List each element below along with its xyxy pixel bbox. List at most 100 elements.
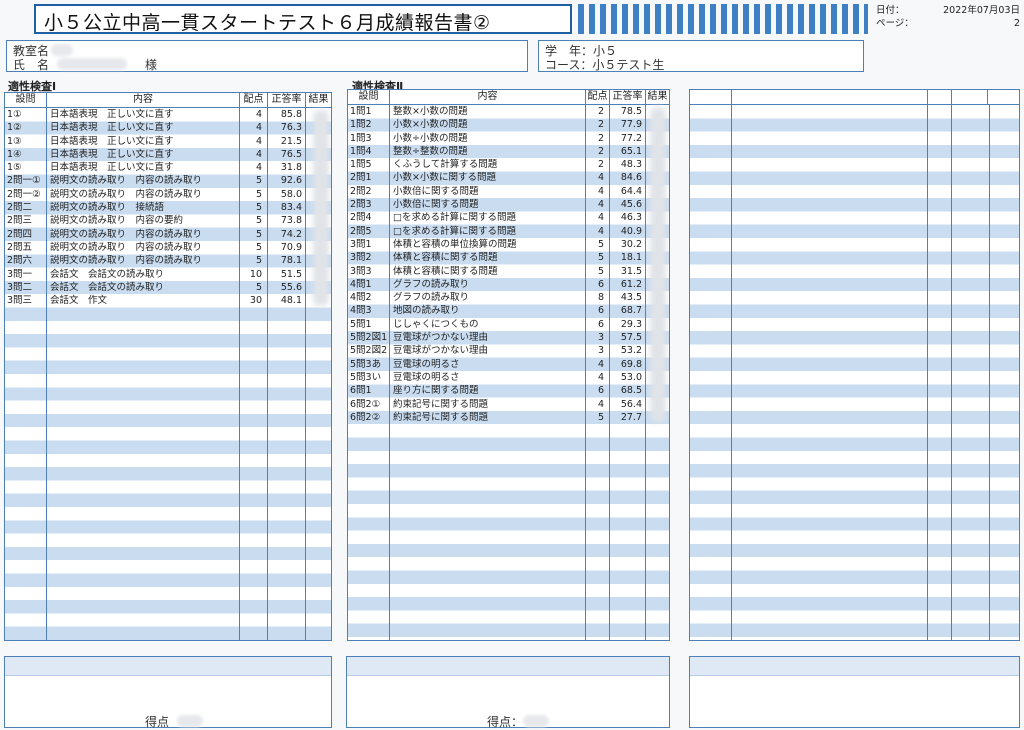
points-cell: 5 (597, 252, 604, 264)
rate-cell: 53.2 (620, 345, 642, 357)
section3-score-box (689, 656, 1020, 728)
rate-cell: 29.3 (620, 318, 642, 330)
section2-header-row: 設問 内容 配点 正答率 結果 (348, 90, 669, 105)
course-value: 小５テスト生 (592, 58, 665, 72)
points-cell: 2 (597, 145, 604, 157)
points-cell: 4 (597, 185, 604, 197)
table-row: 5問2図1 豆電球がつかない理由 3 57.5 (348, 331, 669, 344)
rate-cell: 70.9 (280, 241, 302, 253)
points-cell: 4 (597, 358, 604, 370)
points-cell: 5 (255, 175, 262, 187)
header-rate: 正答率 (610, 90, 646, 104)
content-cell: 説明文の読み取り 接続語 (50, 202, 165, 214)
table-row: 2問四 説明文の読み取り 内容の読み取り 5 74.2 (5, 228, 331, 241)
rate-cell: 46.3 (620, 212, 642, 224)
question-cell: 2問4 (350, 212, 372, 224)
points-cell: 4 (597, 199, 604, 211)
rate-cell: 74.2 (280, 228, 302, 240)
content-cell: じしゃくにつくもの (393, 318, 479, 330)
content-cell: 地図の読み取り (393, 305, 460, 317)
question-cell: 2問二 (7, 202, 33, 214)
table-row: 3問三 会話文 作文 30 48.1 (5, 294, 331, 307)
rate-cell: 48.1 (280, 295, 302, 307)
table-row: 1② 日本語表現 正しい文に直す 4 76.3 (5, 121, 331, 134)
table-row: 4問1 グラフの読み取り 6 61.2 (348, 278, 669, 291)
question-cell: 1問3 (350, 132, 372, 144)
question-cell: 1⑤ (7, 162, 22, 174)
points-cell: 4 (255, 148, 262, 160)
question-cell: 1問5 (350, 159, 372, 171)
section1-rows: 1① 日本語表現 正しい文に直す 4 85.8 1② 日本語表現 正しい文に直す 4 76.3… (5, 108, 331, 640)
points-cell: 4 (255, 162, 262, 174)
student-info-box: 教室名 氏 名 様 (6, 40, 528, 72)
table-row: 1問2 小数×小数の問題 2 77.9 (348, 118, 669, 131)
points-cell: 5 (255, 241, 262, 253)
question-cell: 1① (7, 109, 22, 120)
rate-cell: 31.8 (280, 162, 302, 174)
section1-table: 設問 内容 配点 正答率 結果 1① 日本語表現 正しい文に直す 4 85.8 1② 日本… (4, 92, 332, 641)
rate-cell: 45.6 (620, 199, 642, 211)
table-row: 3問一 会話文 会話文の読み取り 10 51.5 (5, 268, 331, 281)
question-cell: 4問3 (350, 305, 372, 317)
rate-cell: 56.4 (620, 398, 642, 410)
question-cell: 3問2 (350, 252, 372, 264)
report-title: 小５公立中高一貫スタートテスト６月成績報告書② (44, 12, 491, 34)
table-row: 1③ 日本語表現 正しい文に直す 4 21.5 (5, 135, 331, 148)
content-cell: 日本語表現 正しい文に直す (50, 109, 174, 120)
section2-score-redacted (523, 715, 549, 727)
header-rate: 正答率 (268, 93, 306, 107)
content-cell: 体積と容積に関する問題 (393, 265, 498, 277)
question-cell: 5問3あ (350, 358, 382, 370)
points-cell: 8 (597, 292, 604, 304)
rate-cell: 68.7 (620, 305, 642, 317)
rate-cell: 77.9 (620, 119, 642, 131)
question-cell: 1問4 (350, 145, 372, 157)
table-row: 2問2 小数倍に関する問題 4 64.4 (348, 185, 669, 198)
question-cell: 2問5 (350, 225, 372, 237)
course-label: コース： (545, 58, 593, 72)
date-value: 2022年07月03日 (943, 5, 1020, 16)
grade-label: 学 年： (545, 44, 594, 58)
content-cell: くふうして計算する問題 (393, 159, 498, 171)
rate-cell: 40.9 (620, 225, 642, 237)
table-row: 5問1 じしゃくにつくもの 6 29.3 (348, 318, 669, 331)
date-page-block: 日付： 2022年07月03日 ページ： 2 (876, 4, 1020, 34)
content-cell: 小数÷小数の問題 (393, 132, 468, 144)
rate-cell: 51.5 (280, 268, 302, 280)
rate-cell: 48.3 (620, 159, 642, 171)
question-cell: 2問一① (7, 175, 41, 187)
table-row: 2問一② 説明文の読み取り 内容の読み取り 5 58.0 (5, 188, 331, 201)
name-label: 氏 名 (13, 58, 50, 72)
points-cell: 4 (255, 109, 262, 120)
question-cell: 2問五 (7, 241, 33, 253)
points-cell: 5 (255, 188, 262, 200)
question-cell: 5問2図2 (350, 345, 388, 357)
points-cell: 6 (597, 278, 604, 290)
results-redacted (313, 110, 329, 306)
question-cell: 2問3 (350, 199, 372, 211)
table-row: 1④ 日本語表現 正しい文に直す 4 76.5 (5, 148, 331, 161)
points-cell: 4 (255, 122, 262, 134)
table-row: 6問2② 約束記号に関する問題 5 27.7 (348, 411, 669, 424)
rate-cell: 57.5 (620, 332, 642, 344)
points-cell: 5 (255, 215, 262, 227)
rate-cell: 84.6 (620, 172, 642, 184)
header-content: 内容 (390, 90, 586, 104)
content-cell: 整数×小数の問題 (393, 106, 468, 117)
rate-cell: 78.5 (620, 106, 642, 117)
points-cell: 4 (597, 398, 604, 410)
rate-cell: 61.2 (620, 278, 642, 290)
question-cell: 3問3 (350, 265, 372, 277)
table-row: 2問3 小数倍に関する問題 4 45.6 (348, 198, 669, 211)
question-cell: 1問1 (350, 106, 372, 117)
table-row: 2問五 説明文の読み取り 内容の読み取り 5 70.9 (5, 241, 331, 254)
table-row: 2問二 説明文の読み取り 接続語 5 83.4 (5, 201, 331, 214)
content-cell: 座り方に関する問題 (393, 385, 479, 397)
table-row: 5問3い 豆電球の明るさ 4 53.0 (348, 371, 669, 384)
rate-cell: 64.4 (620, 185, 642, 197)
points-cell: 5 (597, 238, 604, 250)
page-label: ページ： (876, 18, 914, 30)
rate-cell: 31.5 (620, 265, 642, 277)
question-cell: 1③ (7, 135, 22, 147)
question-cell: 5問2図1 (350, 332, 388, 344)
